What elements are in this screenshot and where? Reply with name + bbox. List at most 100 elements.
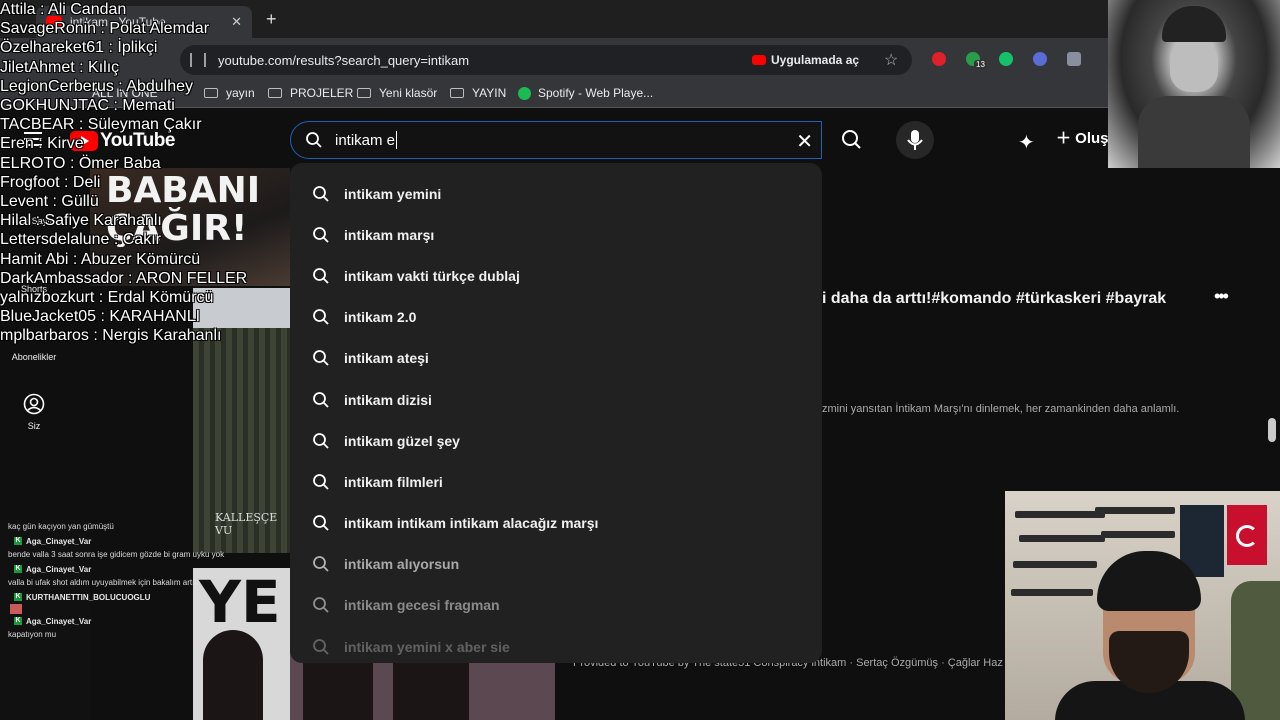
- viewer-name: Attila : Ali Candan: [0, 1, 127, 18]
- youtube-icon: [752, 55, 766, 65]
- chat-username: K Aga_Cinayet_Var: [14, 614, 224, 628]
- webcam-gun: [1095, 507, 1175, 514]
- sidebar-label: Siz: [27, 421, 41, 431]
- viewer-name: yalnızbozkurt : Erdal Kömürcü: [0, 289, 214, 307]
- screen: intikam - YouTube ✕ + youtube.com/result…: [0, 0, 1280, 720]
- webcam-feed: [1005, 491, 1280, 720]
- viewer-name: Frogfoot : Deli: [0, 173, 101, 191]
- chat-username-text: Aga_Cinayet_Var: [26, 564, 92, 574]
- portrait-body: [1138, 96, 1250, 168]
- search-icon: [313, 226, 329, 243]
- bookmark-folder-projeler[interactable]: PROJELER: [268, 86, 353, 100]
- cast-icon[interactable]: ✦: [1018, 130, 1035, 155]
- voice-search-button[interactable]: [896, 121, 934, 159]
- suggestion-item[interactable]: intikam yemini x aber sie: [290, 626, 822, 663]
- extension-shield-icon[interactable]: [1067, 52, 1081, 66]
- suggestion-item[interactable]: intikam gecesi fragman: [290, 585, 822, 626]
- suggestion-text: intikam filmleri: [344, 473, 443, 490]
- suggestion-text: intikam alıyorsun: [344, 556, 460, 573]
- suggestion-item[interactable]: intikam ateşi: [290, 338, 822, 379]
- sidebar-item-you[interactable]: Siz: [0, 421, 68, 431]
- more-options-icon[interactable]: •••: [1214, 286, 1229, 307]
- search-icon: [313, 515, 329, 531]
- url-text: youtube.com/results?search_query=intikam: [218, 52, 470, 68]
- viewer-name: ELROTO : Ömer Baba: [0, 154, 161, 172]
- spotify-icon: [518, 86, 531, 100]
- portrait-image: [1108, 0, 1280, 168]
- bookmark-star-icon[interactable]: ☆: [884, 50, 898, 70]
- sidebar-item-subscriptions[interactable]: Abonelikler: [0, 352, 68, 362]
- webcam-gun: [1101, 531, 1175, 538]
- video-description: zmini yansıtan İntikam Marşı'nı dinlemek…: [822, 403, 1180, 415]
- search-icon: [313, 474, 329, 490]
- search-query-text: intikam e: [335, 131, 396, 149]
- suggestion-text: intikam güzel şey: [344, 432, 460, 449]
- viewer-name: TACBEAR : Süleyman Çakır: [0, 116, 202, 134]
- suggestion-text: intikam dizisi: [344, 391, 432, 408]
- chat-emote-icon: [10, 604, 22, 614]
- chat-badge-icon: K: [14, 565, 22, 573]
- suggestion-item[interactable]: intikam filmleri: [290, 461, 822, 502]
- extension-red-icon[interactable]: [932, 52, 946, 66]
- new-tab-icon[interactable]: +: [266, 9, 277, 30]
- open-in-app-button[interactable]: Uygulamada aç: [752, 50, 859, 70]
- suggestion-item[interactable]: intikam marşı: [290, 214, 822, 255]
- search-input[interactable]: intikam e ✕: [290, 121, 822, 159]
- bookmark-label: Yeni klasör: [379, 86, 438, 100]
- suggestion-text: intikam vakti türkçe dublaj: [344, 267, 520, 284]
- chat-badge-icon: K: [14, 617, 22, 625]
- viewer-name: Levent : Güllü: [0, 193, 99, 211]
- viewer-name: Özelhareket61 : İplikçi: [0, 39, 158, 57]
- video-title[interactable]: i daha da arttı!#komando #türkaskeri #ba…: [822, 290, 1166, 308]
- search-icon: [313, 556, 329, 572]
- turkish-flag: [1227, 505, 1267, 565]
- scrollbar[interactable]: [1268, 418, 1276, 442]
- suggestion-item[interactable]: intikam intikam intikam alacağız marşı: [290, 503, 822, 544]
- suggestion-item[interactable]: intikam alıyorsun: [290, 544, 822, 585]
- bookmark-folder-yayin-caps[interactable]: YAYIN: [450, 86, 506, 100]
- search-button[interactable]: [822, 121, 884, 159]
- suggestion-item[interactable]: intikam güzel şey: [290, 420, 822, 461]
- search-icon: [313, 350, 329, 366]
- suggestion-item[interactable]: intikam vakti türkçe dublaj: [290, 255, 822, 296]
- suggestion-text: intikam yemini: [344, 185, 442, 202]
- suggestion-item[interactable]: intikam 2.0: [290, 297, 822, 338]
- chat-badge-icon: K: [14, 593, 22, 601]
- webcam-gun: [1013, 561, 1097, 568]
- viewer-name: JiletAhmet : Kılıç: [0, 58, 120, 76]
- suggestion-item[interactable]: intikam yemini: [290, 173, 822, 214]
- chat-username-text: KURTHANETTIN_BOLUCUOGLU: [26, 592, 151, 602]
- extension-discord-icon[interactable]: [1033, 52, 1047, 66]
- bookmark-spotify[interactable]: Spotify - Web Playe...: [518, 86, 653, 100]
- chat-username-text: Aga_Cinayet_Var: [26, 536, 92, 546]
- suggestion-text: intikam intikam intikam alacağız marşı: [344, 515, 599, 532]
- viewer-name: BlueJacket05 : KARAHANLI: [0, 308, 201, 326]
- bookmark-label: YAYIN: [472, 86, 507, 100]
- create-label: Oluş: [1075, 130, 1109, 147]
- search-button-icon: [842, 130, 861, 149]
- viewer-name: Eren : Kirve: [0, 135, 84, 153]
- create-button[interactable]: ＋ Oluş: [1056, 127, 1109, 148]
- webcam-gun: [1015, 511, 1105, 518]
- bookmark-label: PROJELER: [290, 86, 354, 100]
- webcam-gun: [1019, 535, 1105, 542]
- viewer-name: Hilal : Safiye Karahanlı: [0, 212, 162, 230]
- folder-icon: [357, 88, 371, 98]
- account-icon[interactable]: [23, 393, 45, 420]
- search-suggestions: intikam yemini intikam marşı intikam vakti…: [290, 163, 822, 663]
- plus-icon: ＋: [1056, 130, 1076, 147]
- grammarly-icon[interactable]: [999, 52, 1013, 66]
- chat-username: K KURTHANETTIN_BOLUCUOGLU: [14, 590, 224, 604]
- viewer-name: LegionCerberus : Abdulhey: [0, 77, 194, 95]
- chat-messages: kaç gün kaçıyon yan gümüştü K Aga_Cinayet_…: [0, 520, 224, 642]
- suggestion-item[interactable]: intikam dizisi: [290, 379, 822, 420]
- portrait-face: [1170, 40, 1218, 92]
- viewer-name: Lettersdelalune : Cakır: [0, 231, 161, 249]
- extension-badge: 13: [974, 60, 987, 69]
- viewer-name: mplbarbaros : Nergis Karahanlı: [0, 327, 222, 345]
- viewer-name: DarkAmbassador : ARON FELLER: [0, 269, 248, 287]
- folder-icon: [268, 88, 282, 98]
- bookmark-folder-yeni-klasor[interactable]: Yeni klasör: [357, 86, 437, 100]
- search-icon: [313, 391, 329, 408]
- clear-search-icon[interactable]: ✕: [796, 129, 813, 154]
